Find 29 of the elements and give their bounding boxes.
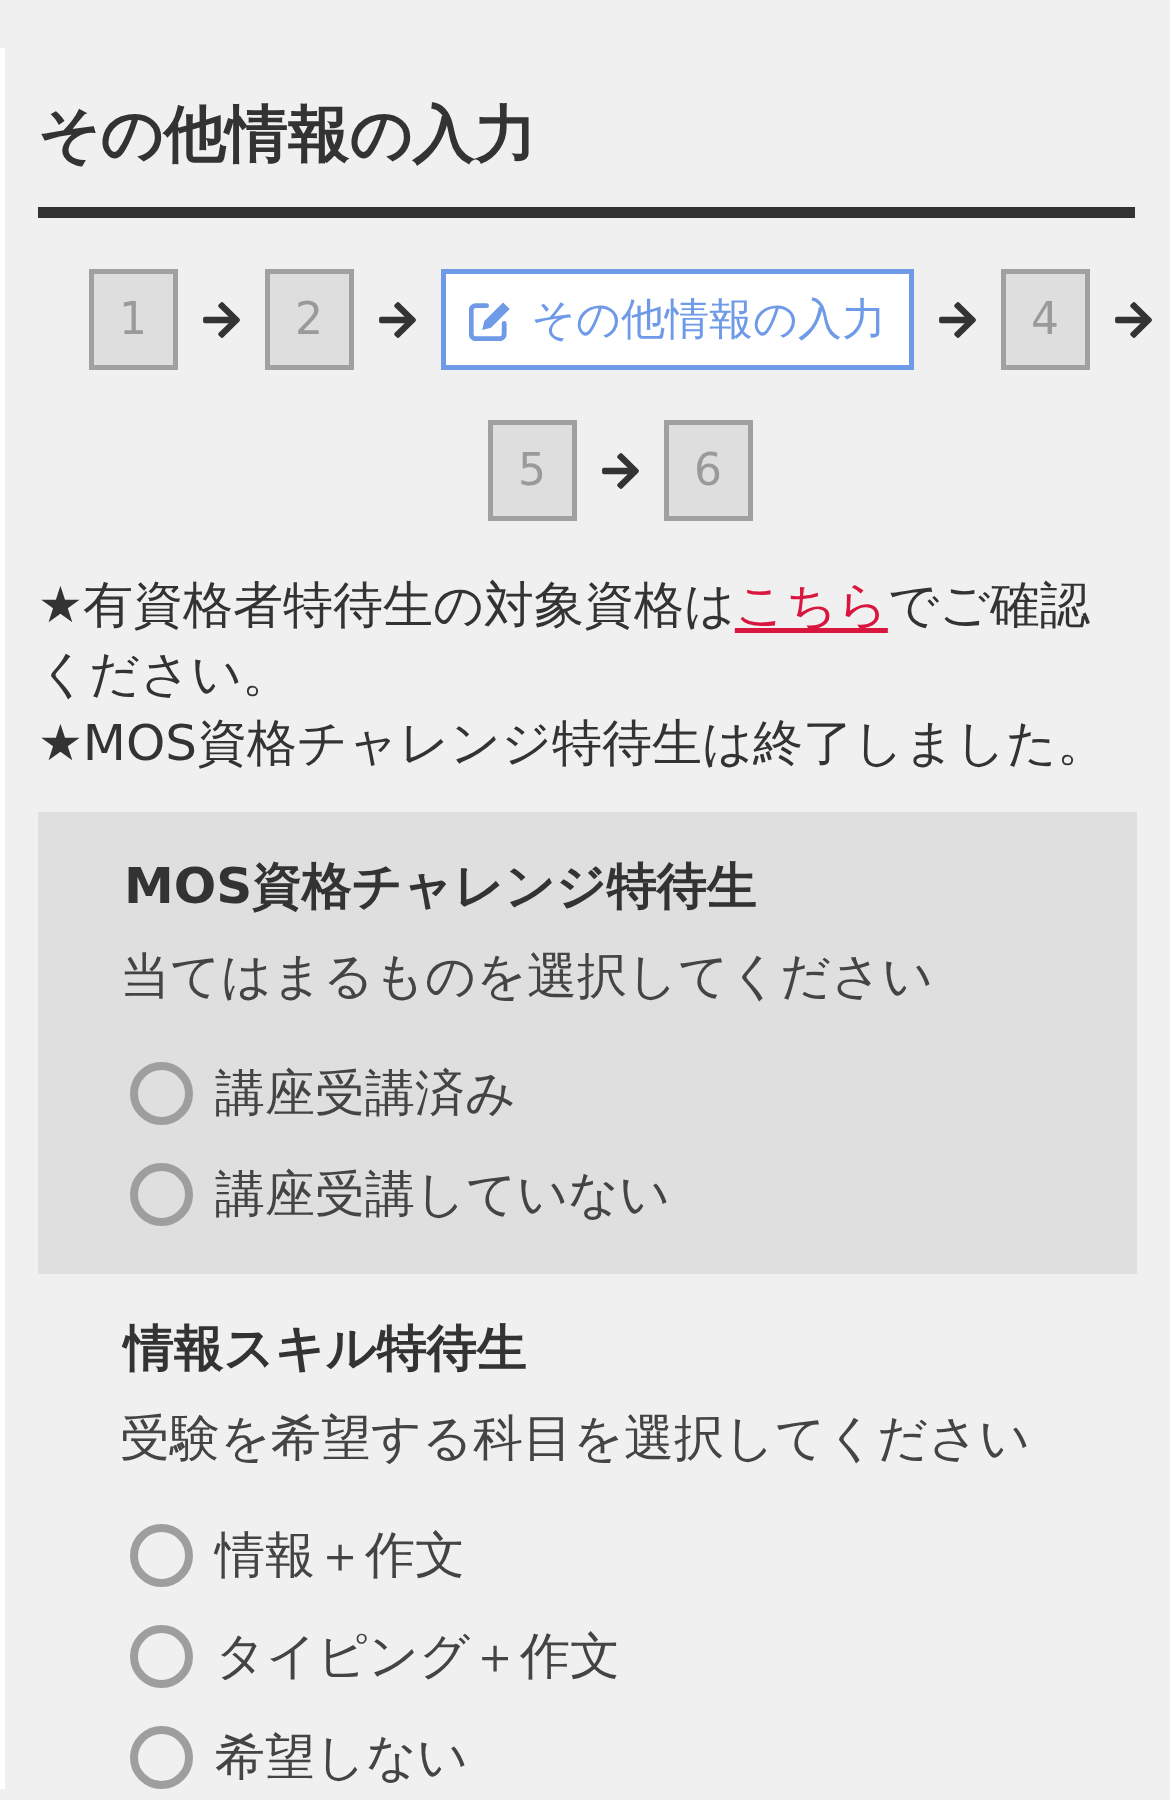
link[interactable]: こちら [734, 576, 888, 634]
step-label: その他情報の入力 [530, 293, 886, 346]
notice-text: ★有資格者特待生の対象資格は こちら でご確認ください。 [38, 575, 1091, 705]
radio-button[interactable] [130, 1524, 193, 1587]
arrow-right-icon [1114, 301, 1152, 338]
step-label: 4 [1031, 293, 1059, 346]
radio-button[interactable] [130, 1062, 193, 1125]
radio-button[interactable] [130, 1625, 193, 1688]
step-label: 6 [694, 444, 722, 497]
step-label: 2 [295, 293, 323, 346]
notice-text: ★MOS資格チャレンジ特待生は終了しました。 [38, 713, 1109, 774]
step-label: 5 [518, 444, 546, 497]
radio-option[interactable]: 講座受講済み [130, 1062, 516, 1125]
radio-button[interactable] [130, 1163, 193, 1226]
radio-button[interactable] [130, 1726, 193, 1789]
section-prompt: 当てはまるものを選択してください [120, 946, 933, 1007]
arrow-right-icon [938, 301, 976, 338]
section-title: 情報スキル特待生 [124, 1318, 527, 1379]
section-title: MOS資格チャレンジ特待生 [124, 856, 758, 917]
arrow-right-icon [601, 452, 639, 489]
radio-option[interactable]: 希望しない [130, 1726, 468, 1789]
step-label: 1 [119, 293, 147, 346]
arrow-right-icon [378, 301, 416, 338]
arrow-right-icon [202, 301, 240, 338]
radio-option[interactable]: タイピング＋作文 [130, 1625, 620, 1688]
radio-option[interactable]: 講座受講していない [130, 1163, 670, 1226]
section-prompt: 受験を希望する科目を選択してください [120, 1408, 1030, 1469]
radio-option[interactable]: 情報＋作文 [130, 1524, 465, 1587]
page-title: その他情報の入力 [38, 96, 537, 172]
